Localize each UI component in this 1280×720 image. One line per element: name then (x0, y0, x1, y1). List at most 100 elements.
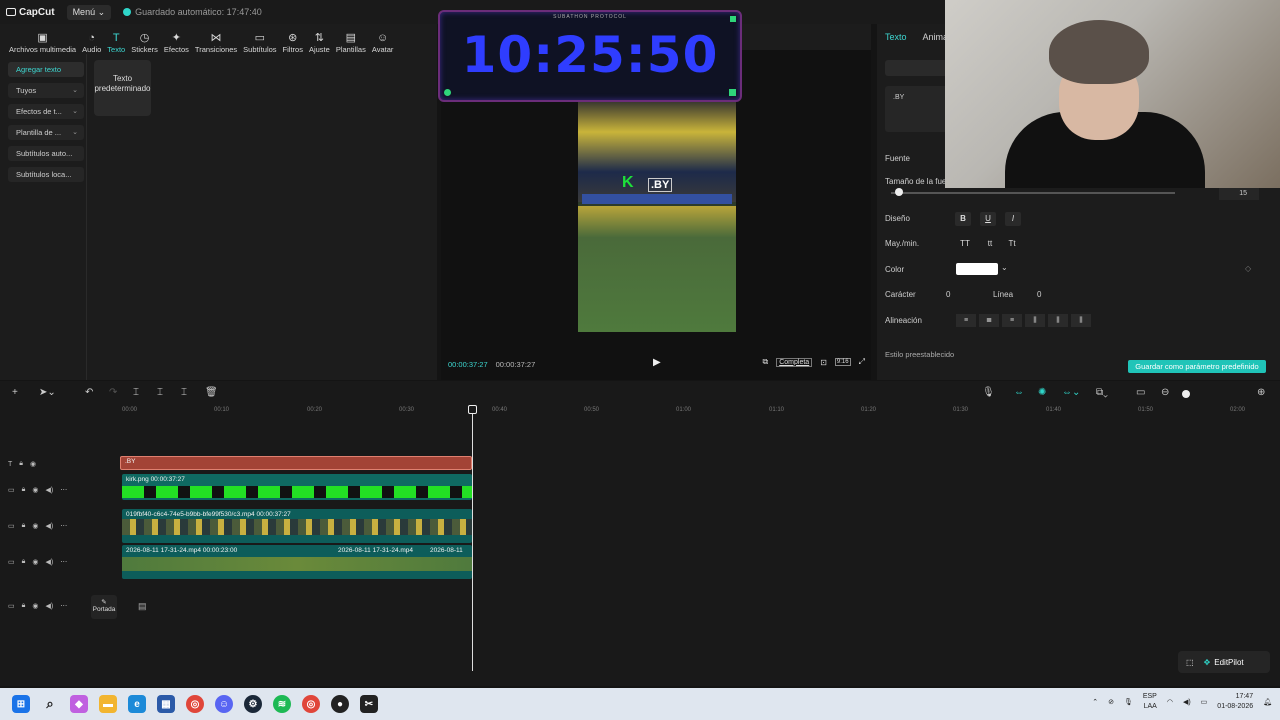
eye-icon[interactable]: ◉ (32, 522, 38, 530)
media-placeholder-icon[interactable]: ▤ (138, 601, 147, 612)
editpilot-widget[interactable]: ⬚ ✥ EditPilot (1178, 651, 1270, 673)
auto-snap-icon[interactable]: ⇔⌄ (1062, 387, 1080, 398)
tool-filters[interactable]: ⊛ Filtros (280, 32, 306, 54)
video-clip-1[interactable]: 019fbf40-c6c4-74e5-b9bb-bfe99f530/c3.mp4… (122, 509, 472, 543)
more-icon[interactable]: ⋯ (60, 558, 67, 566)
lowercase-button[interactable]: tt (982, 237, 998, 251)
more-icon[interactable]: ⋯ (60, 602, 67, 610)
redo-icon[interactable]: ↷ (109, 387, 117, 398)
steam-icon[interactable]: ⚙ (244, 695, 262, 713)
font-size-slider[interactable] (891, 192, 1175, 194)
eye-icon[interactable]: ◉ (32, 602, 38, 610)
file-explorer-icon[interactable]: ▬ (99, 695, 117, 713)
playhead[interactable] (472, 405, 473, 671)
align-right-icon[interactable]: ≡ (1002, 314, 1022, 327)
video-clip-2[interactable]: 2026-08-11 17-31-24.mp4 00:00:23:00 2026… (122, 545, 472, 579)
obs-icon[interactable]: ● (331, 695, 349, 713)
trash-icon[interactable]: 🗑 (205, 387, 218, 398)
tool-templates[interactable]: ▤ Plantillas (333, 32, 369, 54)
sidebar-item-add-text[interactable]: Agregar texto (8, 62, 84, 77)
zoom-out-icon[interactable]: ⊖ (1161, 387, 1169, 398)
sidebar-item-text-effects[interactable]: Efectos de t... ⌄ (8, 104, 84, 119)
delete-right-icon[interactable]: ⌶ (181, 387, 187, 398)
italic-button[interactable]: I (1005, 212, 1021, 226)
discord-icon[interactable]: ☺ (215, 695, 233, 713)
delete-left-icon[interactable]: ⌶ (157, 387, 163, 398)
subtitle-icon[interactable]: ▭ (1136, 387, 1145, 398)
lock-icon[interactable]: 🔒︎ (19, 460, 23, 468)
network-icon[interactable]: ⊘ (1108, 698, 1114, 706)
sidebar-item-auto-subtitles[interactable]: Subtítulos auto... (8, 146, 84, 161)
tool-adjust[interactable]: ⇅ Ajuste (306, 32, 333, 54)
tool-subtitles[interactable]: ▭ Subtítulos (240, 32, 279, 54)
wifi-icon[interactable]: ◠ (1167, 698, 1173, 706)
split-icon[interactable]: ⌶ (133, 387, 139, 398)
uppercase-button[interactable]: TT (957, 237, 973, 251)
battery-icon[interactable]: ▭ (1201, 698, 1208, 706)
align-vertical-top-icon[interactable]: ⫼ (1025, 314, 1045, 327)
tab-text[interactable]: Texto (885, 32, 907, 42)
language-indicator[interactable]: ESP LAA (1143, 692, 1157, 712)
text-clip[interactable]: .BY (120, 456, 472, 470)
tray-chevron-up-icon[interactable]: ⌃ (1092, 698, 1098, 706)
add-track-icon[interactable]: + (12, 387, 18, 398)
lock-icon[interactable]: 🔒︎ (22, 522, 26, 530)
magnet-icon[interactable]: ✺ (1038, 387, 1046, 398)
crop-icon[interactable]: ⧉ (763, 357, 769, 367)
lock-icon[interactable]: 🔒︎ (22, 558, 26, 566)
edge-icon[interactable]: e (128, 695, 146, 713)
chrome-profile-icon[interactable]: ◎ (302, 695, 320, 713)
save-preset-button[interactable]: Guardar como parámetro predefinido (1128, 360, 1266, 373)
notification-icon[interactable]: 🔔︎ (1263, 698, 1272, 706)
eye-icon[interactable]: ◉ (32, 558, 38, 566)
default-text-preset[interactable]: Texto predeterminado (94, 60, 151, 116)
zoom-slider-handle[interactable] (1182, 390, 1190, 398)
select-tool-icon[interactable]: ➤⌄ (39, 387, 56, 398)
time-ruler[interactable]: 00:00 00:10 00:20 00:30 00:40 00:50 01:0… (90, 405, 1280, 419)
fullscreen-icon[interactable]: ⤢ (859, 357, 865, 367)
titlecase-button[interactable]: Tt (1004, 237, 1020, 251)
store-icon[interactable]: ▦ (157, 695, 175, 713)
capcut-taskbar-icon[interactable]: ✂ (360, 695, 378, 713)
volume-icon[interactable]: ◀) (1183, 698, 1191, 706)
tool-transitions[interactable]: ⋈ Transiciones (192, 32, 240, 54)
play-icon[interactable]: ▶ (653, 357, 661, 368)
underline-button[interactable]: U (980, 212, 996, 226)
lock-icon[interactable]: 🔒︎ (22, 602, 26, 610)
menu-button[interactable]: Menú ⌄ (66, 4, 112, 20)
align-vertical-bottom-icon[interactable]: ⫼ (1071, 314, 1091, 327)
keyframe-icon[interactable]: ◇ (1245, 264, 1251, 273)
tool-text[interactable]: T Texto (104, 32, 128, 54)
chevron-down-icon[interactable]: ⌄ (1001, 263, 1008, 272)
ratio-button[interactable]: 9:16 (834, 358, 851, 366)
clock[interactable]: 17:47 01-08-2026 (1217, 692, 1253, 712)
text-overlay[interactable]: .BY (648, 178, 673, 192)
search-icon[interactable]: ⌕ (41, 695, 59, 713)
color-picker[interactable] (956, 263, 998, 275)
speaker-icon[interactable]: ◀) (45, 486, 53, 494)
speaker-icon[interactable]: ◀) (45, 522, 53, 530)
video-frame[interactable]: K .BY (578, 102, 736, 332)
cursor-icon[interactable]: ⬚ (1186, 658, 1194, 667)
sidebar-item-text-template[interactable]: Plantilla de ... ⌄ (8, 125, 84, 140)
align-center-icon[interactable]: ≣ (979, 314, 999, 327)
cover-button[interactable]: ✎ Portada (91, 595, 117, 619)
bold-button[interactable]: B (955, 212, 971, 226)
undo-icon[interactable]: ↶ (85, 387, 93, 398)
lock-icon[interactable]: 🔒︎ (22, 486, 26, 494)
chrome-icon[interactable]: ◎ (186, 695, 204, 713)
char-spacing-input[interactable]: 0 (932, 288, 974, 301)
eye-icon[interactable]: ◉ (30, 460, 36, 468)
tool-media[interactable]: ▣ Archivos multimedia (6, 32, 79, 54)
snapshot-icon[interactable]: ⊡ (820, 358, 827, 367)
spotify-icon[interactable]: ≋ (273, 695, 291, 713)
more-icon[interactable]: ⋯ (60, 486, 67, 494)
line-spacing-input[interactable]: 0 (1023, 288, 1065, 301)
sidebar-item-yours[interactable]: Tuyos ⌄ (8, 83, 84, 98)
tool-effects[interactable]: ✦ Efectos (161, 32, 192, 54)
speaker-icon[interactable]: ◀) (45, 558, 53, 566)
sidebar-item-local-subtitles[interactable]: Subtítulos loca... (8, 167, 84, 182)
font-size-value[interactable]: 15 (1219, 188, 1259, 200)
zoom-in-icon[interactable]: ⊕ (1257, 387, 1265, 398)
preview-axis-icon[interactable]: ⧉⌄ (1096, 387, 1108, 398)
